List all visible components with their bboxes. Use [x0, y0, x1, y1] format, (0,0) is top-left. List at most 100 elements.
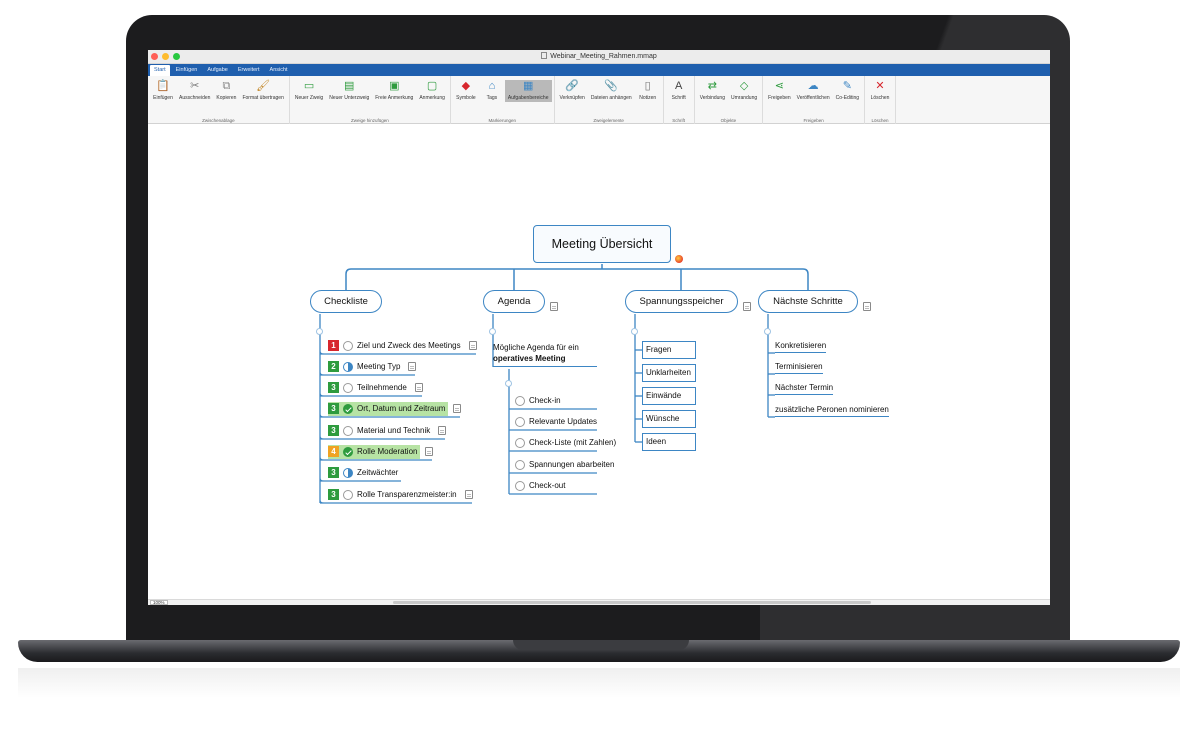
task-item[interactable]: 3 Rolle Transparenzmeister:in [328, 488, 460, 502]
task-item[interactable]: 3 Material und Technik [328, 424, 433, 438]
task-item[interactable]: 2 Meeting Typ [328, 360, 403, 374]
note-icon[interactable] [550, 302, 558, 311]
dateien-anh-ngen-button[interactable]: 📎 Dateien anhängen [588, 80, 635, 102]
next-step-item[interactable]: Nächster Termin [775, 383, 834, 395]
schrift-button[interactable]: A Schrift [666, 80, 692, 102]
agenda-item-label: Check-Liste (mit Zahlen) [529, 438, 617, 448]
notes-icon: ▯ [644, 80, 651, 92]
note-icon[interactable] [408, 362, 416, 371]
horizontal-scrollbar[interactable] [393, 601, 871, 604]
agenda-item[interactable]: Check-out [515, 479, 565, 493]
verbindung-button[interactable]: ⇄ Verbindung [697, 80, 728, 102]
progress-empty-icon[interactable] [343, 382, 353, 393]
note-icon[interactable] [425, 447, 433, 456]
task-item[interactable]: 3 Teilnehmende [328, 381, 410, 395]
next-step-item[interactable]: Terminisieren [775, 362, 823, 374]
notizen-button[interactable]: ▯ Notizen [635, 80, 661, 102]
tab-aufgabe[interactable]: Aufgabe [203, 65, 232, 76]
task-item[interactable]: 4 Rolle Moderation [328, 445, 421, 459]
collapse-toggle-checkliste[interactable] [316, 328, 323, 335]
agenda-item[interactable]: Spannungen abarbeiten [515, 458, 614, 472]
agenda-item[interactable]: Check-Liste (mit Zahlen) [515, 436, 616, 450]
ribbon-group-label: Löschen [871, 118, 889, 123]
topic-spannungsspeicher[interactable]: Spannungsspeicher [625, 290, 738, 313]
umrandung-button[interactable]: ◇ Umrandung [728, 80, 760, 102]
progress-empty-icon[interactable] [343, 425, 353, 436]
spannungsspeicher-item[interactable]: Einwände [642, 387, 696, 405]
priority-3-icon[interactable]: 3 [328, 489, 339, 501]
priority-3-icon[interactable]: 3 [328, 382, 339, 394]
anmerkung-button[interactable]: ▢ Anmerkung [416, 80, 448, 102]
priority-1-icon[interactable]: 1 [328, 340, 339, 352]
progress-done-icon[interactable] [343, 446, 353, 457]
kopieren-button[interactable]: ⧉ Kopieren [213, 80, 239, 102]
neuer-unterzweig-button[interactable]: ▤ Neuer Unterzweig [326, 80, 372, 102]
topic-checkliste[interactable]: Checkliste [310, 290, 382, 313]
aufgabenbereiche-button[interactable]: ▦ Aufgabenbereiche [504, 80, 552, 102]
progress-empty-icon[interactable] [515, 480, 525, 491]
note-icon[interactable] [743, 302, 751, 311]
spannungsspeicher-item[interactable]: Unklarheiten [642, 364, 696, 382]
note-icon[interactable] [415, 383, 423, 392]
symbole-button[interactable]: ◆ Symbole [453, 80, 479, 102]
progress-empty-icon[interactable] [515, 416, 525, 427]
progress-empty-icon[interactable] [515, 395, 525, 406]
priority-3-icon[interactable]: 3 [328, 467, 339, 479]
note-icon[interactable] [863, 302, 871, 311]
agenda-intro[interactable]: Mögliche Agenda für ein operatives Meeti… [493, 342, 597, 367]
task-item[interactable]: 3 Ort, Datum und Zeitraum [328, 402, 449, 416]
note-icon[interactable] [453, 404, 461, 413]
progress-half-icon[interactable] [343, 361, 353, 372]
topic-naechste-schritte[interactable]: Nächste Schritte [758, 290, 858, 313]
progress-half-icon[interactable] [343, 467, 353, 478]
note-icon[interactable] [465, 490, 473, 499]
topic-agenda[interactable]: Agenda [483, 290, 545, 313]
spannungsspeicher-item[interactable]: Wünsche [642, 410, 696, 428]
tags-button[interactable]: ⌂ Tags [479, 80, 505, 102]
collapse-toggle-naechste[interactable] [764, 328, 771, 335]
ribbon: 📋 Einfügen ✂ Ausschneiden ⧉ Kopieren 🖌 Format ü… [148, 76, 1050, 124]
freigeben-button[interactable]: ⋖ Freigeben [765, 80, 794, 102]
einf-gen-button[interactable]: 📋 Einfügen [150, 80, 176, 102]
progress-empty-icon[interactable] [515, 437, 525, 448]
agenda-item[interactable]: Relevante Updates [515, 415, 597, 429]
priority-3-icon[interactable]: 3 [328, 425, 339, 437]
collapse-toggle-agenda[interactable] [489, 328, 496, 335]
note-icon[interactable] [469, 341, 477, 350]
ver-ffentlichen-button[interactable]: ☁ Veröffentlichen [794, 80, 833, 102]
priority-3-icon[interactable]: 3 [328, 403, 339, 415]
spannungsspeicher-item[interactable]: Fragen [642, 341, 696, 359]
note-icon[interactable] [438, 426, 446, 435]
progress-done-icon[interactable] [343, 403, 353, 414]
map-canvas[interactable]: Meeting Übersicht Checkliste Agenda Span… [148, 124, 1050, 599]
l-schen-button[interactable]: ✕ Löschen [867, 80, 893, 102]
progress-empty-icon[interactable] [343, 489, 353, 500]
collapse-toggle-spannungsspeicher[interactable] [631, 328, 638, 335]
status-bar: 100% [148, 599, 1050, 605]
ausschneiden-button[interactable]: ✂ Ausschneiden [176, 80, 213, 102]
zoom-select[interactable]: 100% [150, 600, 168, 605]
priority-4-icon[interactable]: 4 [328, 446, 339, 458]
format-bertragen-button[interactable]: 🖌 Format übertragen [239, 80, 286, 102]
progress-empty-icon[interactable] [515, 459, 525, 470]
spannungsspeicher-item[interactable]: Ideen [642, 433, 696, 451]
tab-start[interactable]: Start [150, 65, 170, 76]
task-item[interactable]: 1 Ziel und Zweck des Meetings [328, 339, 464, 353]
priority-2-icon[interactable]: 2 [328, 361, 339, 373]
neuer-zweig-button[interactable]: ▭ Neuer Zweig [292, 80, 326, 102]
tab-ansicht[interactable]: Ansicht [266, 65, 292, 76]
task-label: Ziel und Zweck des Meetings [357, 341, 461, 351]
co-editing-button[interactable]: ✎ Co-Editing [833, 80, 862, 102]
task-item[interactable]: 3 Zeitwächter [328, 466, 401, 480]
verkn-pfen-button[interactable]: 🔗 Verknüpfen [557, 80, 588, 102]
agenda-item[interactable]: Check-in [515, 394, 561, 408]
next-step-item[interactable]: Konkretisieren [775, 341, 827, 353]
tab-erweitert[interactable]: Erweitert [234, 65, 264, 76]
copy-icon: ⧉ [222, 80, 231, 92]
collapse-toggle-agenda-intro[interactable] [505, 380, 512, 387]
progress-empty-icon[interactable] [343, 340, 353, 351]
tab-einf-gen[interactable]: Einfügen [172, 65, 202, 76]
next-step-item[interactable]: zusätzliche Peronen nominieren [775, 405, 889, 417]
central-topic[interactable]: Meeting Übersicht [533, 225, 671, 263]
freie-anmerkung-button[interactable]: ▣ Freie Anmerkung [372, 80, 416, 102]
